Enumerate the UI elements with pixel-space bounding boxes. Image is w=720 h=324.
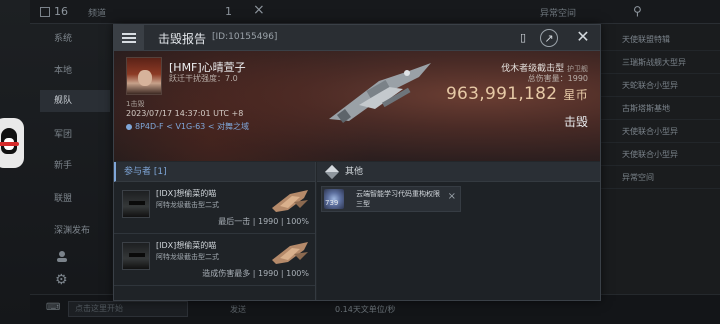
damage-label: 总伤害量：: [527, 74, 568, 83]
sidebar-item-local[interactable]: 本地: [40, 60, 110, 82]
kill-location[interactable]: 8P4D-F < V1G-63 < 对舞之域: [126, 121, 249, 132]
sunglasses: [129, 253, 145, 257]
attacker-ship-icon[interactable]: [270, 188, 312, 214]
list-item[interactable]: 天使联合小型异: [600, 143, 720, 166]
attacker-name: [IDX]想偷菜的喵: [156, 189, 217, 198]
square-icon: [40, 6, 50, 17]
attacker-row[interactable]: [IDX]想偷菜的喵 阿特龙级截击型二式 最后一击 | 1990 | 100%: [114, 182, 315, 234]
close-icon[interactable]: ✕: [574, 29, 592, 47]
clipboard-icon[interactable]: ▯: [514, 29, 532, 47]
sunglasses: [129, 201, 145, 205]
attacker-role: 最后一击: [218, 217, 251, 226]
filter-icon[interactable]: ⚲: [633, 4, 642, 18]
count-display[interactable]: 16: [40, 5, 68, 18]
attacker-damage: 1990: [257, 217, 279, 226]
victim-portrait[interactable]: [126, 57, 162, 95]
cube-icon: [324, 164, 340, 179]
participants-panel: 参与者 [1] [IDX]想偷菜的喵 阿特龙级截击型二式 最后一击 | 1990…: [114, 162, 316, 300]
report-id[interactable]: [ID:10155496]: [212, 32, 277, 42]
other-header: 其他: [317, 162, 600, 182]
list-item[interactable]: 天蛇联合小型异: [600, 74, 720, 97]
attacker-damage: 1990: [257, 269, 279, 278]
penguin-icon: [1, 128, 17, 154]
tab-count[interactable]: 1: [225, 5, 232, 18]
ship-image: [329, 63, 431, 123]
share-icon[interactable]: ↗: [540, 29, 558, 47]
chat-input[interactable]: 点击这里开始: [68, 301, 188, 317]
attacker-role: 造成伤害最多: [202, 269, 251, 278]
total-damage: 总伤害量：1990: [528, 73, 588, 84]
right-list: 天使联盟特辑 三瑞斯战舰大型异 天蛇联合小型异 古斯塔斯基地 天使联合小型异 天…: [600, 28, 720, 324]
qq-floating-icon[interactable]: [0, 118, 24, 168]
list-item[interactable]: 三瑞斯战舰大型异: [600, 51, 720, 74]
attacker-percent: 100%: [286, 217, 309, 226]
location-pin-icon: [126, 123, 132, 130]
chat-tab[interactable]: 频道: [88, 6, 106, 19]
keyboard-icon[interactable]: ⌨: [46, 302, 60, 313]
list-item[interactable]: 天使联合小型异: [600, 120, 720, 143]
multiply-icon: ×: [447, 191, 456, 202]
attacker-stats: 最后一击 | 1990 | 100%: [218, 217, 309, 226]
speed-readout: 0.14天文单位/秒: [335, 305, 396, 314]
attacker-ship-icon[interactable]: [270, 240, 312, 266]
person-icon[interactable]: [56, 250, 68, 262]
portrait-face: [138, 70, 152, 86]
attacker-row[interactable]: [IDX]想偷菜的喵 阿特龙级截击型二式 造成伤害最多 | 1990 | 100…: [114, 234, 315, 286]
kill-datetime: 2023/07/17 14:37:01 UTC +8: [126, 109, 244, 118]
attacker-percent: 100%: [286, 269, 309, 278]
isk-unit: 星币: [563, 88, 588, 102]
sidebar-item-alliance[interactable]: 联盟: [40, 188, 110, 210]
dialog-title: 击毁报告: [158, 32, 207, 46]
attacker-avatar[interactable]: [122, 190, 150, 218]
close-icon[interactable]: ×: [253, 2, 265, 18]
right-tab[interactable]: 异常空间: [540, 6, 576, 19]
sidebar-item-abyss[interactable]: 深渊发布: [40, 220, 110, 242]
sidebar-item-corp[interactable]: 军团: [40, 124, 110, 146]
scarf-decoration: [0, 142, 19, 146]
isk-value: 963,991,182 星币: [446, 84, 588, 104]
attacker-name: [IDX]想偷菜的喵: [156, 241, 217, 250]
dropped-item[interactable]: 739 云端智能学习代码重构权限 三型 ×: [321, 186, 461, 212]
item-name: 云端智能学习代码重构权限 三型: [356, 190, 440, 208]
victim-banner: [HMF]心晴萱子 跃迁干扰强度：7.0 1击毁 2023/07/17 14:3…: [114, 51, 600, 161]
kill-report-dialog: 击毁报告 [ID:10155496] ▯ ↗ ✕ [HMF]心晴萱子 跃迁干扰强…: [113, 24, 601, 301]
damage-value: 1990: [567, 74, 588, 83]
participants-header: 参与者 [1]: [114, 162, 315, 182]
list-item[interactable]: 异常空间: [600, 166, 720, 189]
dialog-header: 击毁报告 [ID:10155496] ▯ ↗ ✕: [114, 25, 600, 51]
sidebar-item-system[interactable]: 系统: [40, 28, 110, 50]
victim-subtitle: 跃迁干扰强度：7.0: [169, 74, 238, 83]
item-quantity: 739: [325, 199, 339, 207]
sidebar-item-fleet[interactable]: 舰队: [40, 90, 110, 112]
kill-result: 击毁: [563, 115, 588, 129]
isk-amount: 963,991,182: [445, 84, 558, 104]
list-item[interactable]: 古斯塔斯基地: [600, 97, 720, 120]
send-button[interactable]: 发送: [230, 304, 246, 315]
attacker-ship: 阿特龙级截击型二式: [156, 253, 219, 261]
ship-class-type: 护卫舰: [567, 65, 588, 73]
sidebar-item-newbie[interactable]: 新手: [40, 155, 110, 177]
top-bar: [30, 0, 720, 24]
other-items-panel: 其他 739 云端智能学习代码重构权限 三型 ×: [317, 162, 600, 300]
menu-button[interactable]: [114, 25, 144, 51]
attacker-stats: 造成伤害最多 | 1990 | 100%: [202, 269, 309, 278]
gear-icon[interactable]: ⚙: [55, 272, 68, 288]
count-value: 16: [54, 5, 68, 18]
list-item[interactable]: 天使联盟特辑: [600, 28, 720, 51]
attacker-ship: 阿特龙级截击型二式: [156, 201, 219, 209]
victim-rank: 1击毁: [126, 100, 145, 108]
location-text: 8P4D-F < V1G-63 < 对舞之域: [135, 122, 250, 131]
other-header-label: 其他: [345, 166, 364, 177]
attacker-avatar[interactable]: [122, 242, 150, 270]
